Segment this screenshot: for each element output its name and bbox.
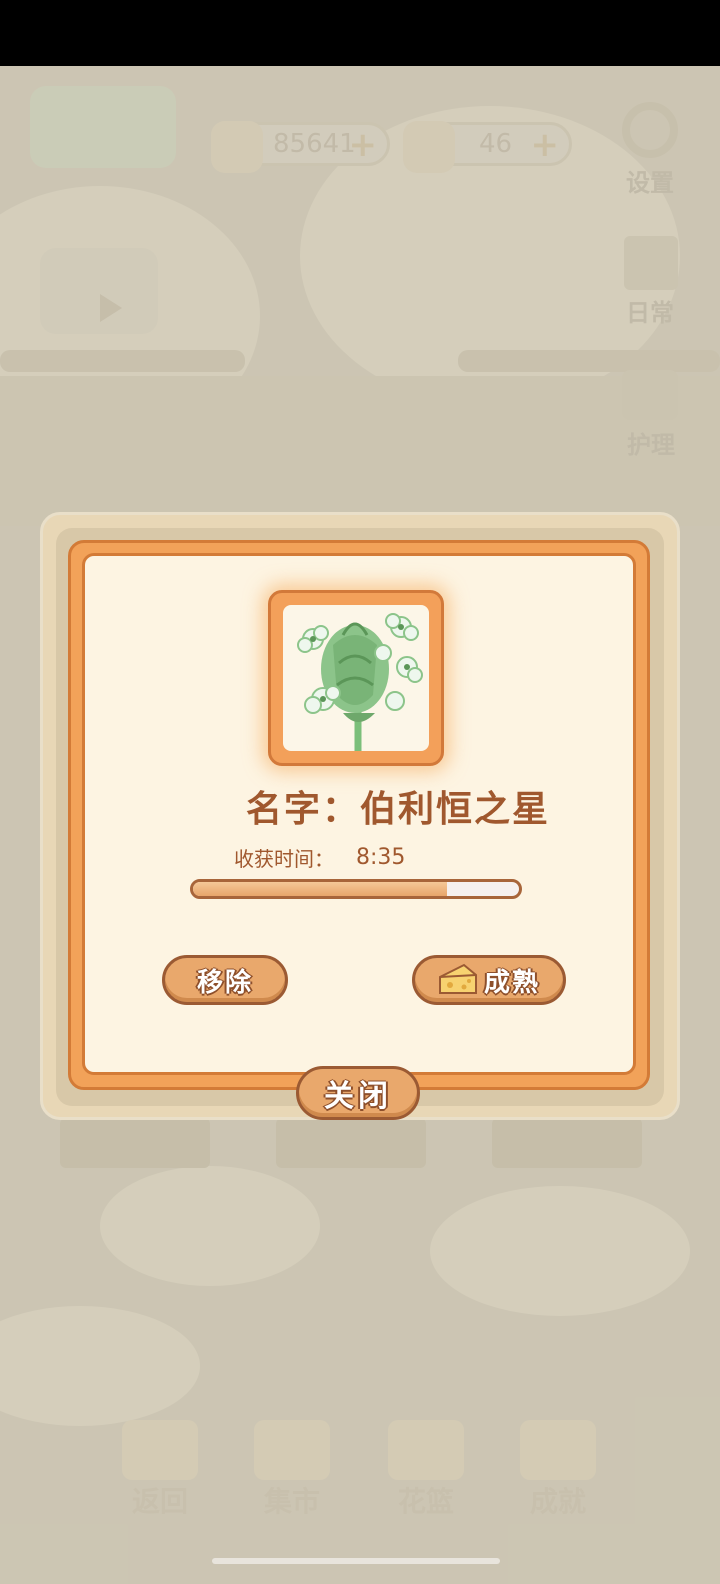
nav-basket-button[interactable]: 花篮	[378, 1420, 474, 1520]
plant-name-line: 名字： 伯利恒之星	[246, 782, 550, 830]
nav-market-label: 集市	[263, 1485, 320, 1518]
nav-back-label: 返回	[131, 1485, 188, 1518]
basket-icon	[388, 1420, 464, 1480]
mature-button[interactable]: 成熟	[412, 955, 566, 1005]
nav-market-button[interactable]: 集市	[244, 1420, 340, 1520]
nav-basket-label: 花篮	[397, 1485, 454, 1518]
plant-name: 伯利恒之星	[360, 789, 551, 830]
growth-progress-bar	[190, 879, 522, 899]
growth-progress-fill	[193, 882, 448, 896]
plant-image	[297, 613, 423, 751]
remove-button[interactable]: 移除	[162, 955, 288, 1005]
back-icon	[122, 1420, 198, 1480]
remove-label: 移除	[196, 967, 253, 998]
nav-achievement-label: 成就	[529, 1485, 586, 1518]
cheese-icon	[438, 963, 477, 994]
home-indicator[interactable]	[212, 1558, 500, 1564]
harvest-label: 收获时间：	[234, 846, 334, 871]
nav-achievement-button[interactable]: 成就	[510, 1420, 606, 1520]
close-button[interactable]: 关闭	[296, 1066, 420, 1120]
close-label: 关闭	[324, 1079, 392, 1114]
harvest-time-line: 收获时间： 8:35	[234, 842, 405, 872]
status-bar	[0, 0, 720, 66]
market-icon	[254, 1420, 330, 1480]
nav-back-button[interactable]: 返回	[112, 1420, 208, 1520]
name-label: 名字：	[246, 789, 361, 830]
achievement-icon	[520, 1420, 596, 1480]
plant-thumbnail	[268, 590, 444, 766]
harvest-time: 8:35	[356, 844, 406, 870]
mature-label: 成熟	[483, 967, 540, 998]
